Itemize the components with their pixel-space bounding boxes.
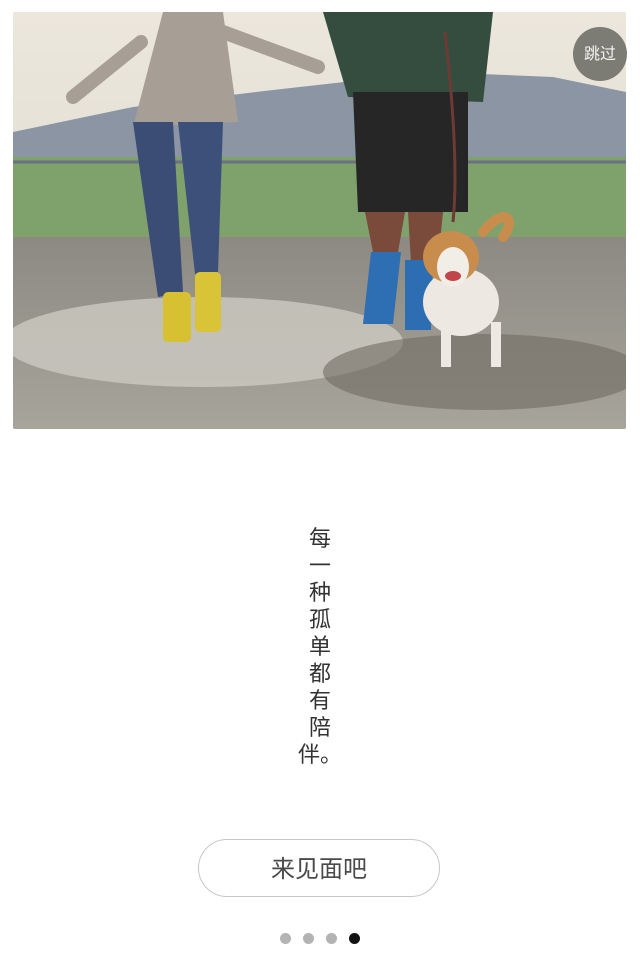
page-dot[interactable] [303,933,314,944]
tagline-char: 一 [308,554,331,579]
tagline-char: 每 [308,527,331,552]
tagline-char: 都 [308,662,331,687]
tagline-char: 伴。 [298,743,343,768]
page-dot-active[interactable] [349,933,360,944]
hero-illustration [13,12,626,429]
hero-photo [13,12,626,429]
tagline-char: 单 [308,635,331,660]
tagline-char: 孤 [308,608,331,633]
tagline-char: 陪 [308,716,331,741]
skip-button[interactable]: 跳过 [573,27,627,81]
page-dot[interactable] [280,933,291,944]
tagline-char: 有 [308,689,331,714]
page-dot[interactable] [326,933,337,944]
tagline-char: 种 [308,581,331,606]
meet-button[interactable]: 来见面吧 [198,839,440,897]
page-indicator [280,933,360,944]
tagline-vertical: 每 一 种 孤 单 都 有 陪 伴。 [298,526,342,769]
